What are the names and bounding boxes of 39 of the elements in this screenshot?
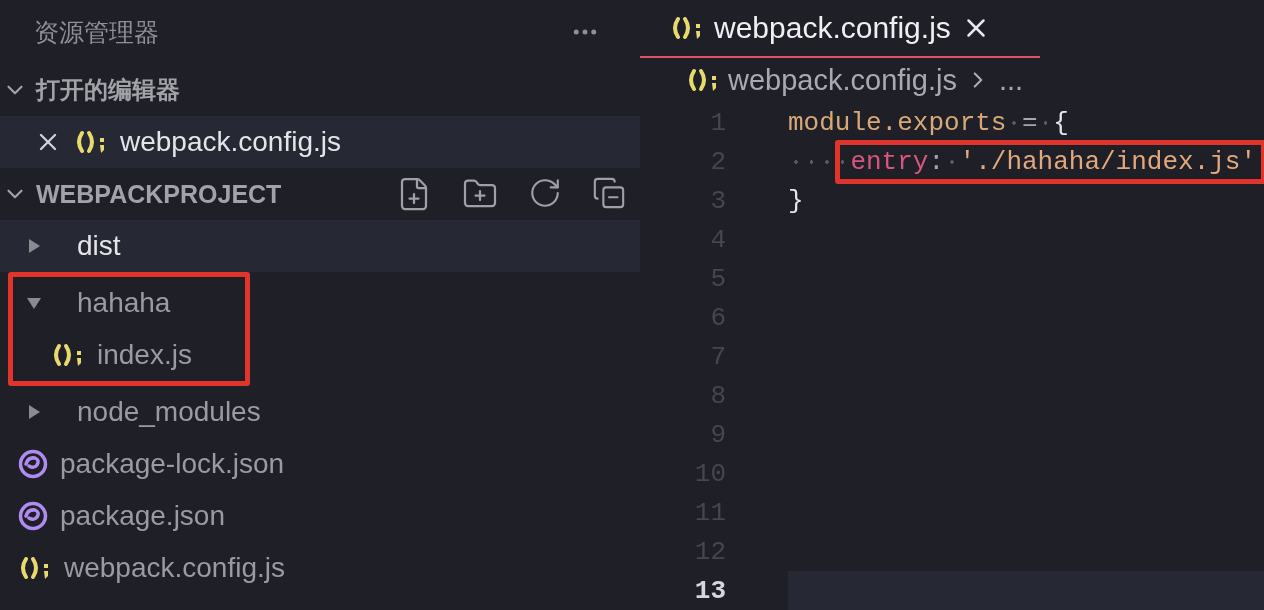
tree-item[interactable]: dist xyxy=(0,220,640,272)
collapsed-triangle-icon[interactable] xyxy=(26,238,42,254)
tree-item[interactable]: webpack.config.js xyxy=(0,542,640,594)
code-token: entry xyxy=(850,146,929,177)
file-name: index.js xyxy=(97,339,192,371)
file-name: package-lock.json xyxy=(60,448,285,480)
section-header[interactable]: 打开的编辑器 xyxy=(0,64,640,116)
expanded-triangle-icon[interactable] xyxy=(26,295,42,311)
file-name: node_modules xyxy=(77,396,261,428)
file-name: dist xyxy=(77,230,121,262)
tree-item[interactable]: package-lock.json xyxy=(0,438,640,490)
code-token: : xyxy=(928,146,944,177)
line-number: 13 xyxy=(693,575,726,606)
file-name: package.json xyxy=(60,500,225,532)
open-editor-item[interactable]: webpack.config.js xyxy=(0,116,640,168)
section-title: 打开的编辑器 xyxy=(36,75,180,105)
refresh-icon[interactable] xyxy=(528,176,562,210)
code-token: './hahaha/index.js' xyxy=(959,146,1257,177)
code-token: module.exports xyxy=(788,107,1007,138)
code-token: } xyxy=(788,185,804,216)
section-header[interactable]: WEBPACKPROJECT xyxy=(0,168,640,220)
json-file-icon xyxy=(18,501,48,531)
collapsed-triangle-icon[interactable] xyxy=(26,404,42,420)
section-title: WEBPACKPROJECT xyxy=(36,179,282,209)
tree-item[interactable]: node_modules xyxy=(0,386,640,438)
file-name: webpack.config.js xyxy=(120,126,341,158)
code-token: = xyxy=(1022,107,1038,138)
tree-item[interactable]: index.js xyxy=(13,329,245,381)
breadcrumb-item[interactable]: ... xyxy=(998,63,1024,97)
collapse-all-icon[interactable] xyxy=(592,176,626,210)
editor-tab[interactable]: webpack.config.js xyxy=(640,0,1040,58)
code-token: { xyxy=(1053,107,1069,138)
file-name: hahaha xyxy=(77,287,171,319)
json-file-icon xyxy=(18,449,48,479)
tree-item[interactable]: hahaha xyxy=(13,277,245,329)
breadcrumb-item[interactable]: webpack.config.js xyxy=(728,63,957,97)
tree-item[interactable]: package.json xyxy=(0,490,640,542)
file-name: webpack.config.js xyxy=(64,552,285,584)
panel-title: 资源管理器 xyxy=(34,16,159,48)
